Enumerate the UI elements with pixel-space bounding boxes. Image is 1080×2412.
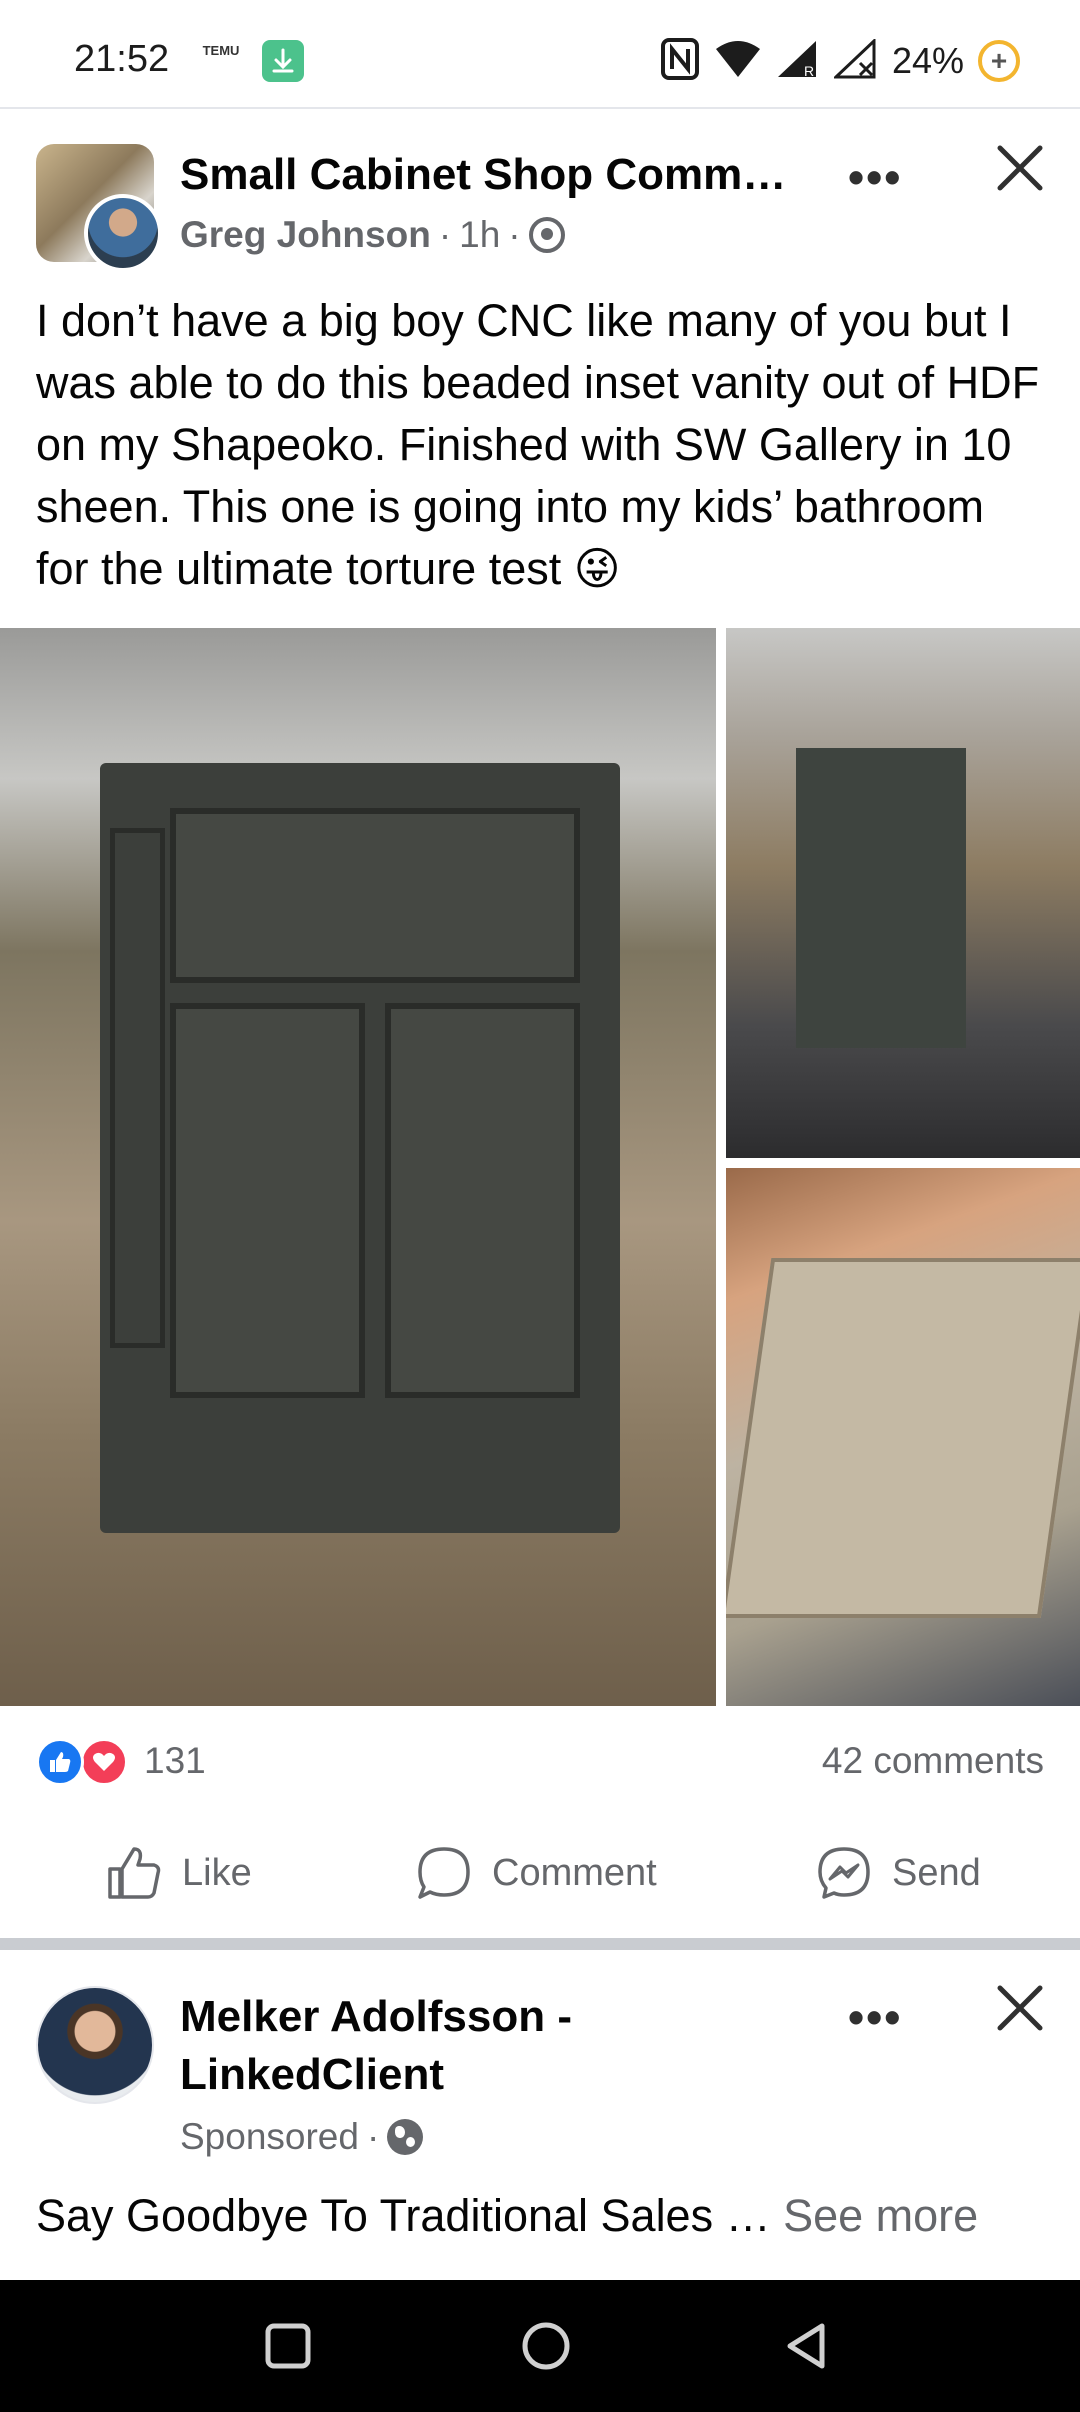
post-actions: Like Comment Send [0,1816,1080,1932]
post-meta: Greg Johnson · 1h · [180,214,565,256]
advertiser-avatar[interactable] [36,1986,154,2104]
like-reaction-icon[interactable] [36,1738,84,1786]
comment-count[interactable]: 42 comments [822,1740,1044,1782]
photo-cnc-cutting[interactable] [726,1168,1080,1706]
sponsored-text-body: Say Goodbye To Traditional Sales … [36,2190,784,2241]
vanity-side-panel-shape [110,828,165,1348]
status-icons: R 24% + [660,36,1020,86]
post-text: I don’t have a big boy CNC like many of … [36,295,1040,594]
meta-separator: · [508,214,521,255]
status-bar: 21:52 TEMU R 24% + [0,0,1080,108]
meta-separator: · [366,2116,380,2157]
battery-icon: + [978,40,1020,82]
sponsored-label[interactable]: Sponsored [180,2116,359,2158]
meta-separator: · [438,214,452,255]
top-divider [0,107,1080,109]
back-icon[interactable] [770,2310,842,2382]
messenger-icon [818,1847,870,1899]
vanity-door-left-shape [170,1003,365,1398]
like-label: Like [182,1851,252,1894]
close-icon[interactable] [992,140,1048,196]
close-icon[interactable] [992,1980,1048,2036]
author-name[interactable]: Greg Johnson [180,214,431,256]
wifi-icon [714,39,762,84]
like-icon [108,1847,161,1899]
comment-button[interactable]: Comment [414,1838,657,1908]
nfc-icon [660,37,700,86]
send-button[interactable]: Send [814,1838,981,1908]
post-options-button[interactable]: ••• [848,150,902,204]
group-privacy-icon [528,217,565,253]
sponsored-text: Say Goodbye To Traditional Sales … See m… [36,2190,978,2242]
system-nav-bar [0,2280,1080,2412]
advertiser-name[interactable]: Melker Adolfsson - LinkedClient [180,1988,820,2104]
reactions-bar: 131 42 comments [0,1706,1080,1816]
home-icon[interactable] [510,2310,582,2382]
reaction-count[interactable]: 131 [144,1740,206,1782]
vanity-door-right-shape [385,1003,580,1398]
see-more-link[interactable]: See more [783,2190,978,2241]
send-label: Send [892,1851,981,1894]
author-avatar[interactable] [84,194,162,272]
group-name[interactable]: Small Cabinet Shop Comm… [180,150,786,200]
battery-percent: 24% [891,40,964,81]
download-icon [262,40,304,82]
feed-separator [0,1938,1080,1950]
love-reaction-icon[interactable] [80,1738,128,1786]
photo-vanity-shop[interactable] [726,628,1080,1158]
vanity-drawer-shape [170,808,580,983]
status-time: 21:52 [74,38,170,80]
svg-text:R: R [804,63,814,79]
comment-label: Comment [492,1851,657,1894]
signal-icon: R [776,39,820,84]
sponsored-options-button[interactable]: ••• [848,1990,902,2044]
comment-icon [418,1847,470,1899]
hdf-panel-shape [726,1258,1080,1618]
photo-vanity-main[interactable] [0,628,716,1706]
signal-no-service-icon [832,37,878,84]
recent-apps-icon[interactable] [252,2310,324,2382]
sponsored-meta: Sponsored · [180,2116,424,2158]
vanity-cabinet-small-shape [796,748,966,1048]
like-button[interactable]: Like [104,1838,252,1908]
globe-icon [387,2119,424,2155]
post-time[interactable]: 1h [459,214,500,256]
photo-grid [0,628,1080,1706]
sponsored-post: Melker Adolfsson - LinkedClient Sponsore… [0,1950,1080,2280]
temu-notification-icon: TEMU [202,43,240,58]
